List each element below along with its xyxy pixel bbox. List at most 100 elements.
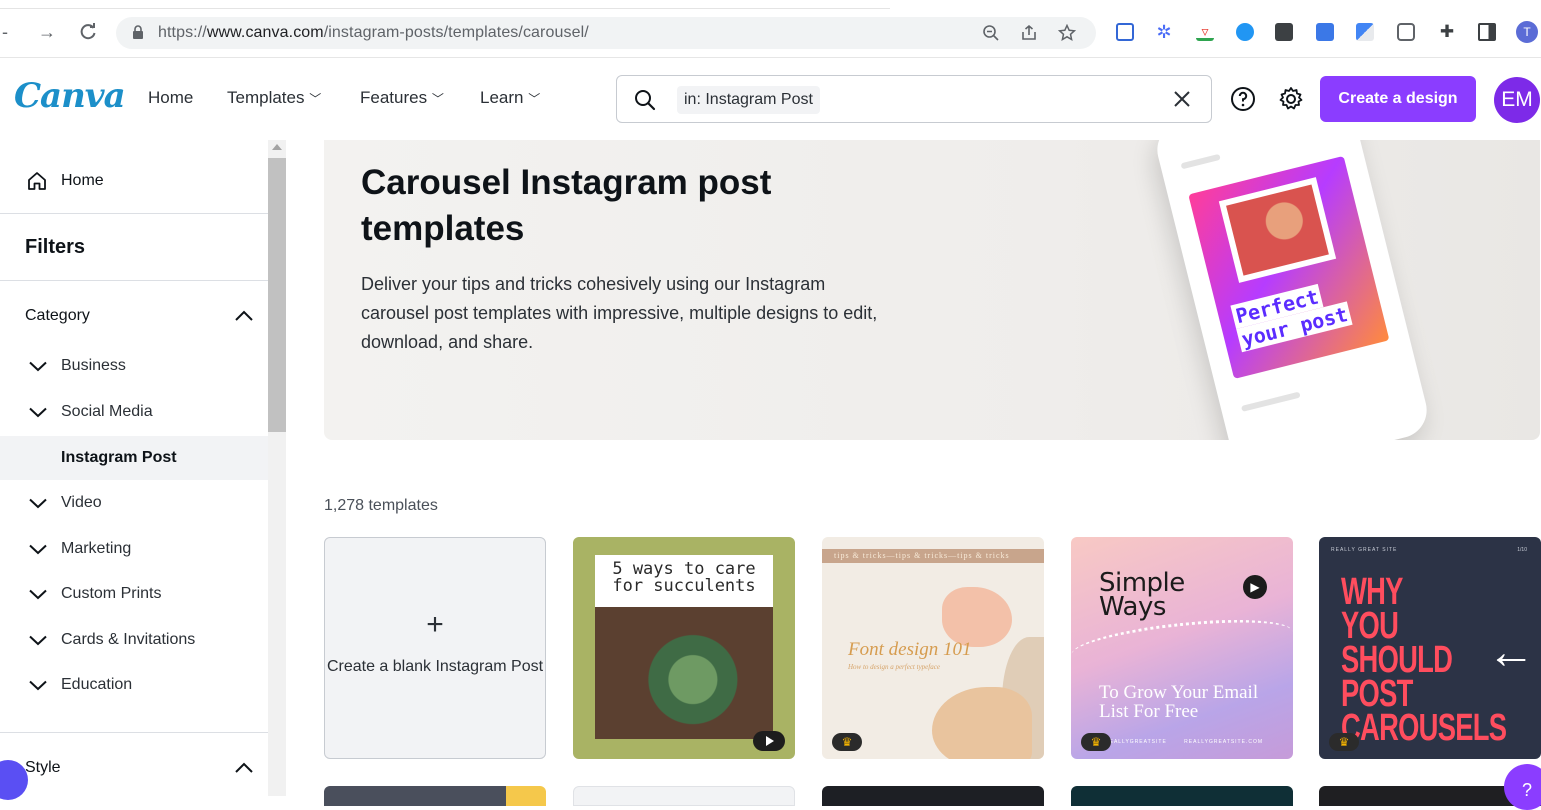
reload-icon[interactable]: [78, 22, 98, 42]
category-item-label: Education: [61, 676, 132, 694]
lock-icon: [132, 25, 144, 40]
template-card[interactable]: tips & tricks—tips & tricks—tips & trick…: [822, 537, 1044, 759]
crown-icon: ♛: [832, 733, 862, 751]
chevron-down-icon: [29, 498, 47, 509]
extension-shield-icon[interactable]: ▿: [1196, 23, 1214, 41]
template-site-label: REALLY GREAT SITE: [1331, 547, 1397, 553]
extension-dots-icon[interactable]: [1275, 23, 1293, 41]
bookmark-star-icon[interactable]: [1058, 24, 1076, 42]
template-footer: REALLYGREATSITE.COM: [1184, 739, 1263, 745]
tab-strip-edge: [0, 0, 890, 9]
category-heading[interactable]: Category: [25, 307, 90, 325]
template-title: Simple Ways: [1099, 571, 1209, 619]
phone-illustration: Perfect your post: [1151, 140, 1432, 440]
template-card[interactable]: 5 ways to care for succulents: [573, 537, 795, 759]
chevron-down-icon: [29, 407, 47, 418]
extension-check-icon[interactable]: [1236, 23, 1254, 41]
category-item-instagram-post[interactable]: Instagram Post: [0, 436, 268, 480]
extension-translate-icon[interactable]: [1356, 23, 1374, 41]
category-item-label: Instagram Post: [61, 449, 177, 467]
template-card[interactable]: REALLY GREAT SITE 1/10 WHY YOU SHOULD PO…: [1319, 537, 1541, 759]
template-title: Font design 101: [848, 639, 972, 661]
gear-icon[interactable]: [1278, 86, 1304, 112]
category-item-cards-invitations[interactable]: Cards & Invitations: [0, 618, 268, 662]
template-card[interactable]: Simple Ways ▶ To Grow Your Email List Fo…: [1071, 537, 1293, 759]
phone-ui-line: [1181, 154, 1221, 169]
extension-code-icon[interactable]: [1316, 23, 1334, 41]
address-bar[interactable]: https://www.canva.com/instagram-posts/te…: [116, 17, 1096, 49]
category-item-marketing[interactable]: Marketing: [0, 527, 268, 571]
create-blank-card[interactable]: + Create a blank Instagram Post: [324, 537, 546, 759]
browser-toolbar: - → https://www.canva.com/instagram-post…: [0, 0, 1541, 58]
search-filter-chip[interactable]: in: Instagram Post: [677, 86, 820, 114]
nav-templates[interactable]: Templates ﹀: [227, 88, 321, 108]
category-item-label: Business: [61, 357, 126, 375]
template-card-partial[interactable]: [324, 786, 546, 806]
nav-features-label: Features: [360, 88, 427, 107]
clear-search-icon[interactable]: [1171, 88, 1193, 110]
category-item-label: Custom Prints: [61, 585, 161, 603]
create-design-button[interactable]: Create a design: [1320, 76, 1476, 122]
arrow-right-icon: ▶: [1243, 575, 1267, 599]
user-avatar[interactable]: EM: [1494, 77, 1540, 123]
category-item-video[interactable]: Video: [0, 481, 268, 525]
extension-ticket-icon[interactable]: [1116, 23, 1134, 41]
divider: [0, 732, 268, 733]
chevron-down-icon: [29, 635, 47, 646]
style-heading[interactable]: Style: [25, 759, 61, 777]
hero-banner: Carousel Instagram post templates Delive…: [324, 140, 1540, 440]
phone-post-card: Perfect your post: [1188, 156, 1389, 379]
template-count: 1,278 templates: [324, 497, 438, 515]
sidebar-home-link[interactable]: Home: [61, 172, 104, 190]
template-card-partial[interactable]: [822, 786, 1044, 806]
search-icon: [633, 88, 657, 112]
forward-icon[interactable]: →: [38, 22, 56, 43]
chevron-up-icon[interactable]: [234, 309, 254, 323]
zoom-icon[interactable]: [982, 24, 1000, 42]
decorative-shape: [942, 587, 1012, 647]
category-item-label: Cards & Invitations: [61, 631, 195, 649]
sidebar-scroll-thumb[interactable]: [268, 158, 286, 432]
search-bar[interactable]: in: Instagram Post: [616, 75, 1212, 123]
extension-camera-icon[interactable]: [1397, 23, 1415, 41]
category-item-custom-prints[interactable]: Custom Prints: [0, 572, 268, 616]
template-card-partial[interactable]: [1071, 786, 1293, 806]
chevron-down-icon: ﹀: [309, 92, 321, 106]
back-icon[interactable]: -: [2, 22, 8, 43]
template-subtitle: To Grow Your Email List For Free: [1099, 683, 1279, 721]
profile-avatar-icon[interactable]: T: [1516, 21, 1538, 43]
template-card-partial[interactable]: [573, 786, 795, 806]
category-item-social-media[interactable]: Social Media: [0, 390, 268, 434]
chevron-down-icon: [29, 680, 47, 691]
category-item-education[interactable]: Education: [0, 663, 268, 707]
scroll-up-arrow-icon[interactable]: [272, 144, 282, 150]
url-text: https://www.canva.com/instagram-posts/te…: [158, 24, 589, 42]
create-blank-label: Create a blank Instagram Post: [325, 654, 545, 679]
help-icon[interactable]: [1230, 86, 1256, 112]
page-description: Deliver your tips and tricks cohesively …: [361, 270, 891, 357]
side-panel-icon[interactable]: [1478, 23, 1496, 41]
template-page-label: 1/10: [1517, 547, 1527, 553]
divider: [0, 280, 268, 281]
category-item-business[interactable]: Business: [0, 344, 268, 388]
succulent-photo: [595, 607, 773, 739]
template-subtitle: How to design a perfect typeface: [848, 663, 940, 671]
crown-icon: ♛: [1329, 733, 1359, 751]
canva-logo[interactable]: Canva: [14, 76, 125, 116]
extensions-puzzle-icon[interactable]: ✚: [1438, 23, 1456, 41]
share-icon[interactable]: [1020, 24, 1038, 42]
extension-asterisk-icon[interactable]: ✲: [1155, 23, 1173, 41]
nav-home[interactable]: Home: [148, 88, 193, 108]
chevron-down-icon: ﹀: [528, 92, 540, 106]
template-footer: REALLYGREATSITE: [1105, 739, 1167, 745]
nav-learn-label: Learn: [480, 88, 523, 107]
page-title: Carousel Instagram post templates: [361, 160, 881, 252]
chevron-up-icon[interactable]: [234, 761, 254, 775]
chevron-down-icon: [29, 544, 47, 555]
template-strip-text: tips & tricks—tips & tricks—tips & trick…: [822, 549, 1044, 563]
play-icon: [753, 731, 785, 751]
arrow-left-icon: ←: [1487, 633, 1535, 673]
nav-features[interactable]: Features ﹀: [360, 88, 444, 108]
nav-learn[interactable]: Learn ﹀: [480, 88, 540, 108]
chevron-down-icon: [29, 589, 47, 600]
